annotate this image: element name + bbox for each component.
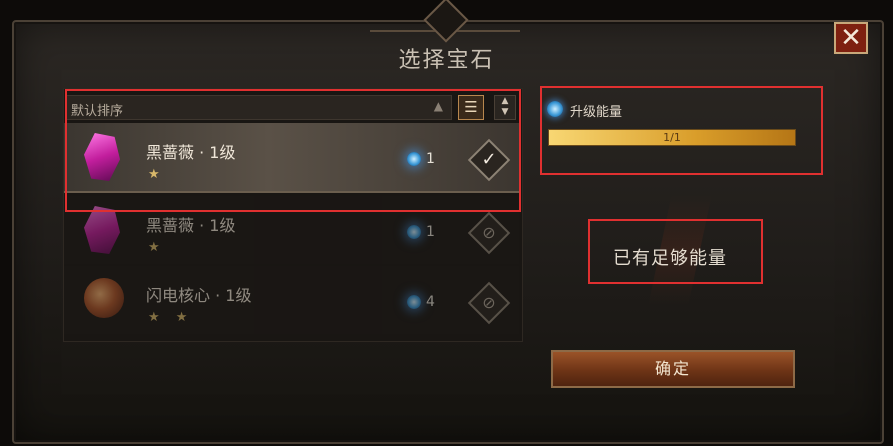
orange-orb-icon <box>84 278 124 318</box>
close-button[interactable]: ✕ <box>834 22 868 54</box>
energy-count: 1 <box>426 151 435 167</box>
status-message: 已有足够能量 <box>613 248 727 269</box>
pink-gem-icon <box>84 206 120 254</box>
gem-stars: ★ <box>148 167 166 182</box>
energy-value: 1/1 <box>663 131 681 144</box>
checkmark-icon[interactable]: ✓ <box>467 138 511 182</box>
sort-order-icon[interactable]: ▲ ▼ <box>494 95 516 120</box>
blocked-icon: ⊘ <box>467 281 511 325</box>
sort-dropdown[interactable]: 默认排序 ▲ <box>66 95 452 120</box>
confirm-button[interactable]: 确定 <box>551 350 795 388</box>
gem-row[interactable]: 黑蔷薇 · 1级 ★ 1 ⊘ <box>64 196 519 264</box>
gem-name: 黑蔷薇 · 1级 <box>146 216 236 235</box>
energy-orb-icon <box>407 225 421 239</box>
dialog-title: 选择宝石 <box>398 48 495 73</box>
gem-stars: ★ <box>148 240 166 255</box>
gem-stars: ★ ★ <box>148 310 194 325</box>
title-ornament <box>370 0 520 43</box>
energy-count: 1 <box>426 224 435 240</box>
gem-row[interactable]: 闪电核心 · 1级 ★ ★ 4 ⊘ <box>64 266 519 334</box>
energy-orb-icon <box>407 295 421 309</box>
blocked-icon: ⊘ <box>467 211 511 255</box>
gem-row-selected[interactable]: 黑蔷薇 · 1级 ★ 1 ✓ <box>64 123 519 193</box>
energy-orb-icon <box>547 101 563 117</box>
gem-name: 闪电核心 · 1级 <box>146 286 252 305</box>
energy-count: 4 <box>426 294 435 310</box>
list-view-icon[interactable]: ☰ <box>458 95 484 120</box>
energy-progress-bar: 1/1 <box>548 129 796 146</box>
energy-orb-icon <box>407 152 421 166</box>
pink-gem-icon <box>84 133 120 181</box>
energy-label: 升级能量 <box>570 105 623 120</box>
gem-name: 黑蔷薇 · 1级 <box>146 143 236 162</box>
sort-arrow-icon: ▲ <box>433 99 443 113</box>
sort-label: 默认排序 <box>71 104 124 119</box>
